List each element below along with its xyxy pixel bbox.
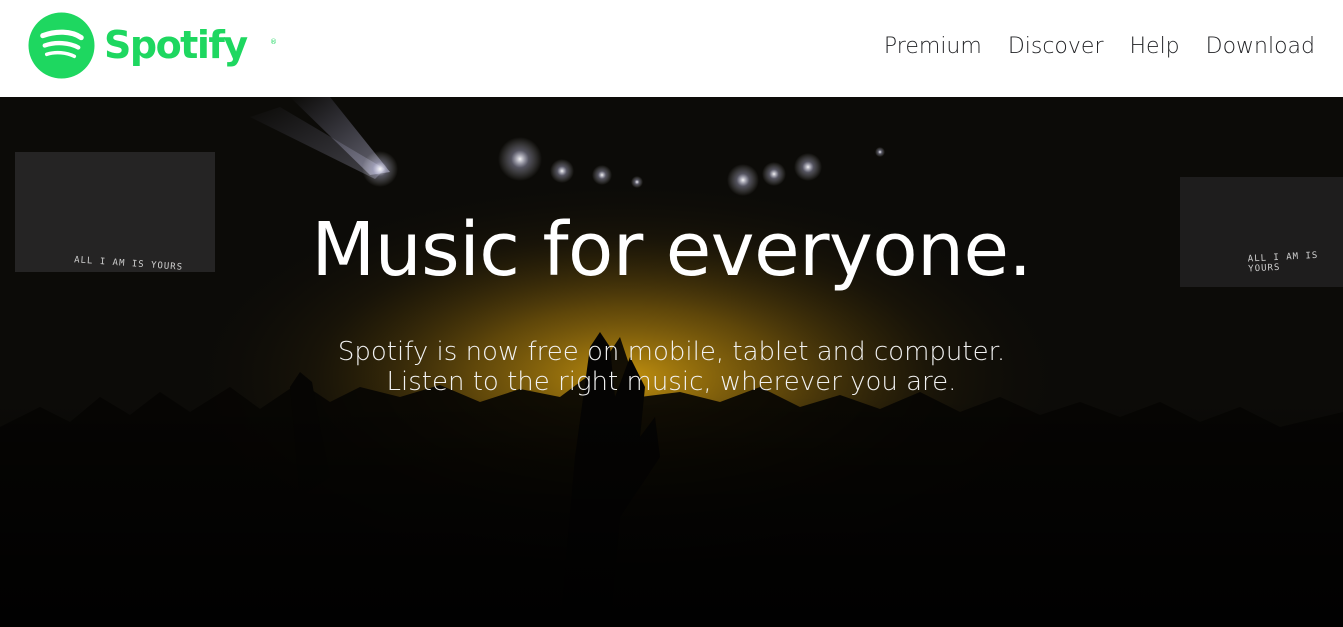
nav-link-help[interactable]: Help <box>1129 33 1179 61</box>
spotify-wordmark: Spotify <box>104 23 248 67</box>
hero-title: Music for everyone. <box>311 207 1032 293</box>
main-nav: Premium Discover Help Download <box>884 33 1315 61</box>
spotify-logo-icon <box>28 12 95 79</box>
hero-section: ALL I AM IS YOURS ALL I AM IS YOURS Musi… <box>0 97 1343 627</box>
nav-link-download[interactable]: Download <box>1206 33 1315 61</box>
nav-link-discover[interactable]: Discover <box>1008 33 1104 61</box>
top-navbar: Spotify ® Premium Discover Help Download <box>0 0 1343 97</box>
hero-subtitle-line-1: Spotify is now free on mobile, tablet an… <box>337 337 1006 367</box>
nav-link-premium[interactable]: Premium <box>884 33 982 61</box>
hero-subtitle-line-2: Listen to the right music, wherever you … <box>386 367 957 397</box>
spotify-logo-link[interactable]: Spotify ® <box>28 12 277 80</box>
registered-mark: ® <box>270 38 277 46</box>
hero-subtitle: Spotify is now free on mobile, tablet an… <box>0 337 1343 397</box>
